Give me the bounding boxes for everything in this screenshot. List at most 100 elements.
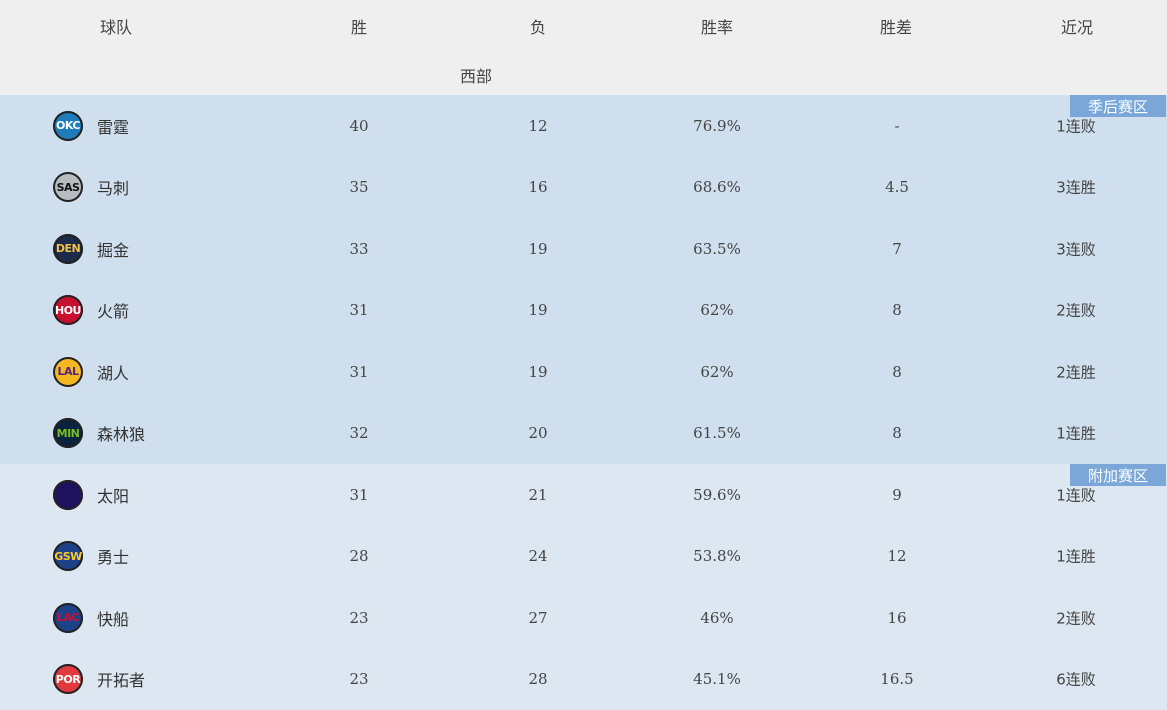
team-cell[interactable]: LAL 湖人 — [53, 357, 129, 387]
streak-cell: 2连胜 — [1056, 361, 1096, 382]
pct-cell: 61.5% — [693, 424, 741, 442]
team-logo-icon: MIN — [53, 418, 83, 448]
wins-cell: 33 — [349, 240, 368, 258]
col-streak-header[interactable]: 近况 — [1061, 14, 1093, 38]
table-row[interactable]: LAC 快船 23 27 46% 16 2连败 — [0, 587, 1167, 649]
streak-cell: 1连胜 — [1056, 546, 1096, 567]
streak-cell: 2连败 — [1056, 607, 1096, 628]
losses-cell: 19 — [528, 301, 547, 319]
wins-cell: 40 — [349, 117, 368, 135]
losses-cell: 16 — [528, 178, 547, 196]
gb-cell: 7 — [892, 240, 902, 258]
table-row[interactable]: HOU 火箭 31 19 62% 8 2连败 — [0, 280, 1167, 342]
pct-cell: 45.1% — [693, 670, 741, 688]
gb-cell: 12 — [887, 547, 906, 565]
team-name[interactable]: 火箭 — [97, 298, 129, 322]
wins-cell: 23 — [349, 670, 368, 688]
losses-cell: 20 — [528, 424, 547, 442]
losses-cell: 21 — [528, 486, 547, 504]
team-name[interactable]: 勇士 — [97, 544, 129, 568]
col-pct-header[interactable]: 胜率 — [701, 14, 733, 38]
team-logo-icon: DEN — [53, 234, 83, 264]
losses-cell: 12 — [528, 117, 547, 135]
wins-cell: 32 — [349, 424, 368, 442]
table-row[interactable]: DEN 掘金 33 19 63.5% 7 3连败 — [0, 218, 1167, 280]
team-logo-icon: LAL — [53, 357, 83, 387]
team-logo-icon: SAS — [53, 172, 83, 202]
table-row[interactable]: 太阳 31 21 59.6% 9 1连败 — [0, 464, 1167, 526]
standings-header: 球队 胜 负 胜率 胜差 近况 西部 — [0, 0, 1167, 95]
table-row[interactable]: SAS 马刺 35 16 68.6% 4.5 3连胜 — [0, 157, 1167, 219]
pct-cell: 46% — [700, 609, 733, 627]
team-logo-icon: OKC — [53, 111, 83, 141]
pct-cell: 68.6% — [693, 178, 741, 196]
pct-cell: 59.6% — [693, 486, 741, 504]
streak-cell: 3连败 — [1056, 238, 1096, 259]
table-row[interactable]: MIN 森林狼 32 20 61.5% 8 1连胜 — [0, 403, 1167, 465]
team-logo-icon: POR — [53, 664, 83, 694]
gb-cell: 8 — [892, 301, 902, 319]
pct-cell: 62% — [700, 363, 733, 381]
gb-cell: 8 — [892, 424, 902, 442]
losses-cell: 28 — [528, 670, 547, 688]
team-name[interactable]: 湖人 — [97, 360, 129, 384]
col-team-header[interactable]: 球队 — [100, 14, 132, 38]
pct-cell: 63.5% — [693, 240, 741, 258]
team-name[interactable]: 森林狼 — [97, 421, 145, 445]
wins-cell: 28 — [349, 547, 368, 565]
pct-cell: 62% — [700, 301, 733, 319]
wins-cell: 35 — [349, 178, 368, 196]
playoff-zone-badge: 季后赛区 — [1070, 95, 1166, 117]
team-cell[interactable]: SAS 马刺 — [53, 172, 129, 202]
team-cell[interactable]: POR 开拓者 — [53, 664, 145, 694]
team-cell[interactable]: OKC 雷霆 — [53, 111, 129, 141]
streak-cell: 1连败 — [1056, 115, 1096, 136]
gb-cell: 8 — [892, 363, 902, 381]
streak-cell: 3连胜 — [1056, 177, 1096, 198]
losses-cell: 27 — [528, 609, 547, 627]
losses-cell: 19 — [528, 240, 547, 258]
wins-cell: 31 — [349, 301, 368, 319]
team-logo-icon — [53, 480, 83, 510]
team-cell[interactable]: LAC 快船 — [53, 603, 129, 633]
col-wins-header[interactable]: 胜 — [351, 14, 367, 38]
conference-label: 西部 — [460, 63, 492, 87]
team-name[interactable]: 掘金 — [97, 237, 129, 261]
table-row[interactable]: LAL 湖人 31 19 62% 8 2连胜 — [0, 341, 1167, 403]
table-row[interactable]: GSW 勇士 28 24 53.8% 12 1连胜 — [0, 526, 1167, 588]
losses-cell: 19 — [528, 363, 547, 381]
team-cell[interactable]: MIN 森林狼 — [53, 418, 145, 448]
team-logo-icon: LAC — [53, 603, 83, 633]
col-losses-header[interactable]: 负 — [530, 14, 546, 38]
table-row[interactable]: POR 开拓者 23 28 45.1% 16.5 6连败 — [0, 649, 1167, 710]
gb-cell: - — [894, 117, 899, 135]
gb-cell: 16.5 — [880, 670, 913, 688]
team-name[interactable]: 马刺 — [97, 175, 129, 199]
playin-zone-badge: 附加赛区 — [1070, 464, 1166, 486]
table-row[interactable]: OKC 雷霆 40 12 76.9% - 1连败 — [0, 95, 1167, 157]
gb-cell: 4.5 — [885, 178, 909, 196]
team-cell[interactable]: HOU 火箭 — [53, 295, 129, 325]
streak-cell: 1连败 — [1056, 484, 1096, 505]
losses-cell: 24 — [528, 547, 547, 565]
wins-cell: 31 — [349, 363, 368, 381]
pct-cell: 53.8% — [693, 547, 741, 565]
team-name[interactable]: 开拓者 — [97, 667, 145, 691]
wins-cell: 23 — [349, 609, 368, 627]
pct-cell: 76.9% — [693, 117, 741, 135]
gb-cell: 16 — [887, 609, 906, 627]
streak-cell: 2连败 — [1056, 300, 1096, 321]
team-cell[interactable]: DEN 掘金 — [53, 234, 129, 264]
team-name[interactable]: 雷霆 — [97, 114, 129, 138]
streak-cell: 1连胜 — [1056, 423, 1096, 444]
team-name[interactable]: 太阳 — [97, 483, 129, 507]
col-gb-header[interactable]: 胜差 — [880, 14, 912, 38]
gb-cell: 9 — [892, 486, 902, 504]
wins-cell: 31 — [349, 486, 368, 504]
team-name[interactable]: 快船 — [97, 606, 129, 630]
team-logo-icon: HOU — [53, 295, 83, 325]
team-cell[interactable]: GSW 勇士 — [53, 541, 129, 571]
team-cell[interactable]: 太阳 — [53, 480, 129, 510]
streak-cell: 6连败 — [1056, 669, 1096, 690]
team-logo-icon: GSW — [53, 541, 83, 571]
